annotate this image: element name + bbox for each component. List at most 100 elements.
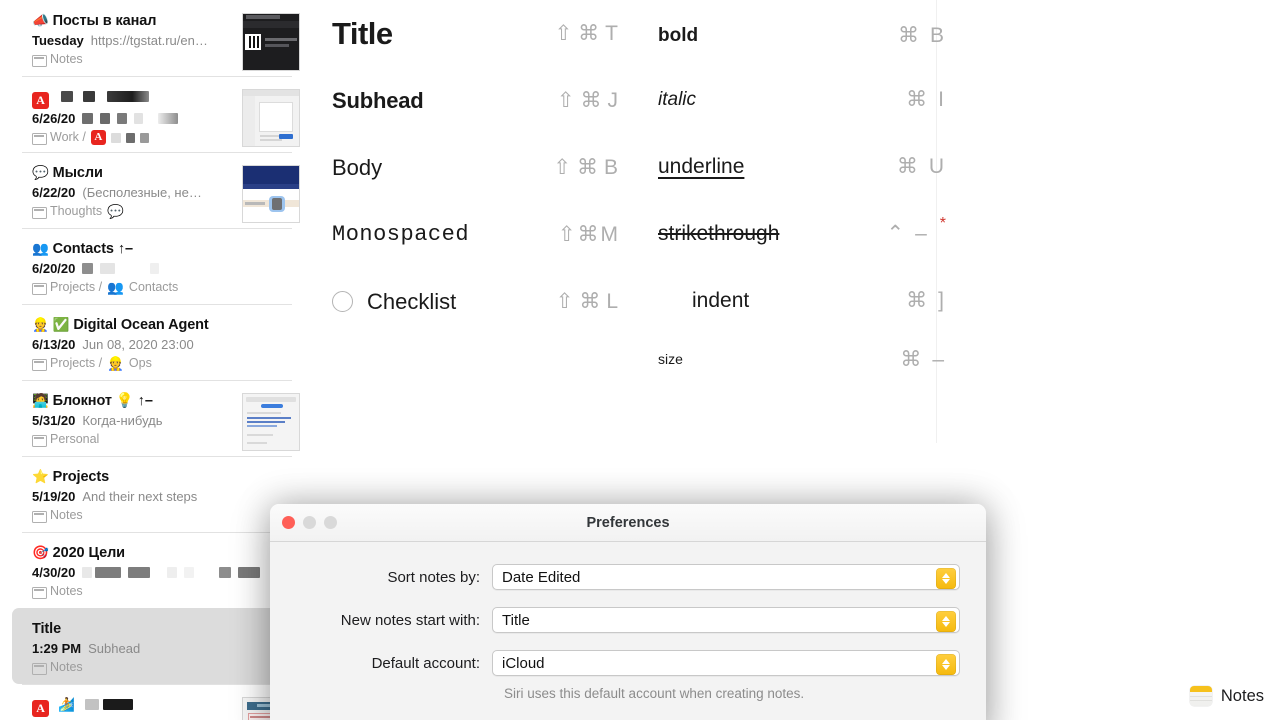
notes-list[interactable]: 📣 Посты в канал Tuesday https://tgstat.r… [0, 0, 300, 720]
format-option-indent[interactable]: indent ⌘ ] [656, 267, 946, 334]
pref-row-default-account: Default account: iCloud [296, 650, 960, 676]
list-item[interactable]: 📣 Посты в канал Tuesday https://tgstat.r… [0, 0, 300, 76]
shortcut-keys: ⇧ ⌘ T [555, 23, 618, 44]
command-key-icon: ⌘ [577, 157, 598, 178]
note-thumbnail [242, 13, 300, 71]
folder-icon [32, 358, 45, 369]
format-option-italic[interactable]: italic ⌘ I [656, 66, 946, 133]
shift-key-icon: ⇧ [553, 157, 571, 178]
format-option-title[interactable]: Title ⇧ ⌘ T [330, 0, 620, 67]
people-icon: 👥 [32, 241, 49, 256]
note-folder: Work / A [32, 128, 236, 147]
note-title: A [32, 88, 236, 109]
list-item[interactable]: 💬 Мысли 6/22/20 (Бесполезные, не… Though… [0, 152, 300, 228]
note-folder: Personal [32, 430, 236, 449]
note-folder: Notes [32, 50, 236, 69]
shortcut-keys: ⌃ – * [886, 223, 944, 244]
notes-app-label: Notes [1221, 687, 1264, 706]
shortcut-keys: ⇧ ⌘ J [557, 90, 618, 111]
format-option-checklist[interactable]: Checklist ⇧ ⌘ L [330, 268, 620, 335]
note-folder: Notes [32, 582, 300, 601]
acrobat-badge-icon: A [91, 130, 106, 145]
folder-icon [32, 434, 45, 445]
new-notes-start-with-select[interactable]: Title [492, 607, 960, 633]
note-folder: Notes [32, 506, 300, 525]
note-title: 📣 Посты в канал [32, 12, 236, 31]
asterisk-marker: * [940, 216, 946, 232]
speech-bubble-icon: 💬 [32, 165, 49, 180]
window-titlebar[interactable]: Preferences [270, 504, 986, 542]
sort-notes-by-select[interactable]: Date Edited [492, 564, 960, 590]
shortcut-keys: ⌘ B [898, 25, 944, 46]
pref-row-new-notes-start-with: New notes start with: Title [296, 607, 960, 633]
format-option-strikethrough[interactable]: strikethrough ⌃ – * [656, 200, 946, 267]
row-divider [22, 456, 292, 457]
note-meta: 6/22/20 (Бесполезные, не… [32, 183, 236, 202]
shift-key-icon: ⇧ [555, 23, 573, 44]
note-title: 👷 ✅ Digital Ocean Agent [32, 316, 300, 335]
stepper-icon[interactable] [936, 568, 956, 589]
window-title: Preferences [586, 515, 669, 531]
field-label: Sort notes by: [296, 569, 492, 586]
note-meta: 1:29 PM Subhead [32, 639, 292, 658]
default-account-select[interactable]: iCloud [492, 650, 960, 676]
stepper-icon[interactable] [936, 611, 956, 632]
maximize-button[interactable] [324, 516, 337, 529]
command-key-icon: ⌘ [898, 25, 919, 46]
notes-app-icon [1190, 686, 1212, 706]
format-option-body[interactable]: Body ⇧ ⌘ B [330, 134, 620, 201]
shift-key-icon: ⇧ [557, 90, 575, 111]
command-key-icon: ⌘ [906, 290, 927, 311]
shift-key-icon: ⇧ [556, 291, 574, 312]
folder-icon [32, 282, 45, 293]
note-meta: 5/19/20 And their next steps [32, 487, 300, 506]
note-meta: 4/30/20 [32, 563, 300, 582]
note-thumbnail [242, 393, 300, 451]
field-label: New notes start with: [296, 612, 492, 629]
list-item[interactable]: 👥 Contacts ↑– 6/20/20 Projects / 👥 Conta… [0, 228, 300, 304]
list-item[interactable]: 🧑‍💻 Блокнот 💡 ↑– 5/31/20 Когда-нибудь Pe… [0, 380, 300, 456]
row-divider [22, 380, 292, 381]
note-title: 🧑‍💻 Блокнот 💡 ↑– [32, 392, 236, 411]
shortcut-keys: ⌘ I [906, 89, 944, 110]
checklist-circle-icon [332, 291, 353, 312]
format-option-underline[interactable]: underline ⌘ U [656, 133, 946, 200]
folder-icon [32, 54, 45, 65]
selected-value: Date Edited [502, 569, 580, 586]
command-key-icon: ⌘ [906, 89, 927, 110]
note-folder: Thoughts 💬 [32, 202, 236, 221]
close-button[interactable] [282, 516, 295, 529]
notes-app-tag[interactable]: Notes [1190, 686, 1264, 706]
list-item[interactable]: A 🏄 Yesterday Work / A [0, 684, 300, 720]
shortcut-keys: ⇧ ⌘ B [553, 157, 618, 178]
format-option-bold[interactable]: bold ⌘ B [656, 0, 946, 66]
note-meta: 5/31/20 Когда-нибудь [32, 411, 236, 430]
note-title: A 🏄 [32, 696, 236, 717]
command-key-icon: ⌘ [900, 349, 921, 370]
list-item[interactable]: A 6/26/20 Work / A [0, 76, 300, 152]
megaphone-icon: 📣 [32, 13, 49, 28]
pref-row-sort-notes-by: Sort notes by: Date Edited [296, 564, 960, 590]
format-option-size[interactable]: size ⌘ – [656, 334, 946, 384]
folder-icon [32, 206, 45, 217]
note-title: 👥 Contacts ↑– [32, 240, 300, 259]
character-styles-column: bold ⌘ B italic ⌘ I underline ⌘ U [656, 0, 946, 384]
app-window: 📣 Посты в канал Tuesday https://tgstat.r… [0, 0, 1280, 720]
paragraph-styles-column: Title ⇧ ⌘ T Subhead ⇧ ⌘ J Body ⇧ [330, 0, 620, 335]
note-title: 🎯 2020 Цели [32, 544, 300, 563]
shift-key-icon: ⇧ [558, 224, 576, 245]
format-option-subhead[interactable]: Subhead ⇧ ⌘ J [330, 67, 620, 134]
note-thumbnail [242, 165, 300, 223]
minimize-button[interactable] [303, 516, 316, 529]
star-icon: ⭐ [32, 469, 49, 484]
list-item[interactable]: ⭐ Projects 5/19/20 And their next steps … [0, 456, 300, 532]
list-item[interactable]: 🎯 2020 Цели 4/30/20 Notes [0, 532, 300, 608]
note-folder: Notes [32, 658, 292, 677]
command-key-icon: ⌘ [578, 23, 599, 44]
list-item-selected[interactable]: Title 1:29 PM Subhead Notes [12, 608, 292, 684]
window-controls [282, 516, 337, 529]
list-item[interactable]: 👷 ✅ Digital Ocean Agent 6/13/20 Jun 08, … [0, 304, 300, 380]
format-option-monospaced[interactable]: Monospaced ⇧ ⌘ M [330, 201, 620, 268]
note-title: ⭐ Projects [32, 468, 300, 487]
stepper-icon[interactable] [936, 654, 956, 675]
